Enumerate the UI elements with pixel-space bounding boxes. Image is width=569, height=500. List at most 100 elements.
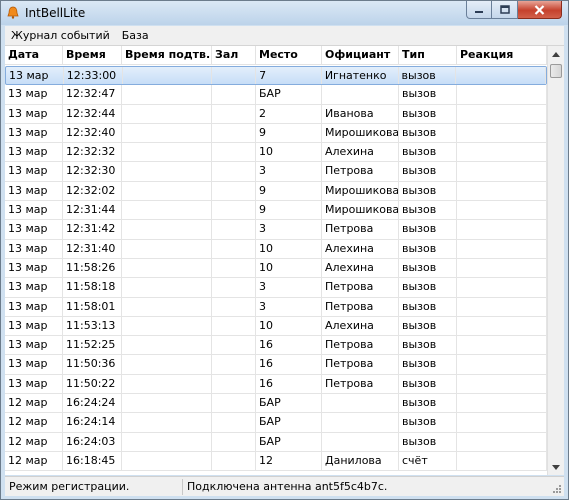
cell-type: вызов [399,162,457,181]
column-header-waiter[interactable]: Официант [322,46,399,65]
cell-time: 16:18:45 [63,451,122,471]
scroll-down-button[interactable] [548,459,564,475]
table-row[interactable]: 13 мар 11:58:26 10 Алехина вызов [5,258,547,279]
table-row[interactable]: 13 мар 11:58:18 3 Петрова вызов [5,278,547,298]
cell-time: 12:31:42 [63,220,122,239]
table-row[interactable]: 13 мар 11:53:13 10 Алехина вызов [5,316,547,337]
table-row[interactable]: 13 мар 12:32:30 3 Петрова вызов [5,162,547,182]
table-row[interactable]: 13 мар 12:32:47 БАР вызов [5,85,547,105]
column-header-confirm-time[interactable]: Время подтв. [122,46,212,65]
cell-time: 12:31:40 [63,239,122,258]
cell-reaction [457,181,547,201]
cell-type: вызов [399,394,457,413]
cell-place: 3 [256,278,322,297]
scrollbar-thumb[interactable] [550,64,562,78]
table-row[interactable]: 12 мар 16:18:45 12 Данилова счёт [5,451,547,472]
table-row[interactable]: 13 мар 12:32:02 9 Мирошикова вызов [5,181,547,202]
cell-type: вызов [399,85,457,104]
cell-date: 13 мар [5,181,63,201]
table-row[interactable]: 13 мар 12:33:00 7 Игнатенко вызов [5,66,547,86]
table-row[interactable]: 13 мар 12:32:40 9 Мирошикова вызов [5,123,547,144]
table-row[interactable]: 12 мар 16:24:03 БАР вызов [5,432,547,452]
column-header-date[interactable]: Дата [5,46,63,65]
table-row[interactable]: 13 мар 12:32:32 10 Алехина вызов [5,143,547,163]
cell-confirm-time [122,258,212,278]
cell-time: 12:32:44 [63,104,122,123]
cell-waiter: Алехина [322,143,399,162]
table-row[interactable]: 13 мар 11:50:36 16 Петрова вызов [5,355,547,375]
table-row[interactable]: 13 мар 12:32:44 2 Иванова вызов [5,104,547,124]
column-header-reaction[interactable]: Реакция [457,46,547,65]
table-row[interactable]: 13 мар 12:31:42 3 Петрова вызов [5,220,547,240]
cell-date: 13 мар [5,316,63,336]
cell-hall [212,104,256,123]
table-row[interactable]: 12 мар 16:24:24 БАР вызов [5,394,547,414]
cell-hall [212,258,256,278]
cell-time: 12:32:02 [63,181,122,201]
cell-reaction [457,278,547,297]
cell-reaction [457,258,547,278]
cell-date: 13 мар [5,220,63,239]
minimize-button[interactable] [466,1,492,19]
table-row[interactable]: 13 мар 12:31:40 10 Алехина вызов [5,239,547,259]
close-button[interactable] [518,1,562,19]
cell-waiter: Данилова [322,451,399,471]
title-bar[interactable]: IntBellLite [1,1,568,25]
cell-waiter: Игнатенко [322,67,399,85]
menu-database[interactable]: База [116,26,155,45]
cell-place: БАР [256,413,322,432]
cell-time: 12:32:30 [63,162,122,181]
cell-waiter: Алехина [322,239,399,258]
table-row[interactable]: 13 мар 11:50:22 16 Петрова вызов [5,374,547,395]
scroll-up-button[interactable] [548,46,564,63]
cell-place: 2 [256,104,322,123]
cell-type: вызов [399,297,457,316]
cell-hall [212,432,256,451]
resize-grip-icon[interactable] [550,482,562,494]
cell-time: 16:24:14 [63,413,122,432]
cell-confirm-time [122,355,212,374]
column-header-hall[interactable]: Зал [212,46,256,65]
table-row[interactable]: 13 мар 11:52:25 16 Петрова вызов [5,336,547,356]
cell-time: 11:52:25 [63,336,122,355]
cell-date: 13 мар [5,143,63,162]
cell-reaction [457,413,547,432]
cell-type: вызов [399,336,457,355]
cell-confirm-time [122,374,212,394]
table-row[interactable]: 12 мар 16:24:14 БАР вызов [5,413,547,433]
cell-place: БАР [256,85,322,104]
cell-date: 13 мар [6,67,64,85]
maximize-button[interactable] [492,1,518,19]
cell-place: 10 [256,316,322,336]
table-row[interactable]: 13 мар 11:58:01 3 Петрова вызов [5,297,547,317]
cell-confirm-time [122,181,212,201]
vertical-scrollbar[interactable] [547,46,564,475]
cell-date: 12 мар [5,413,63,432]
column-header-time[interactable]: Время [63,46,122,65]
events-table[interactable]: Дата Время Время подтв. Зал Место Официа… [5,45,564,475]
cell-date: 13 мар [5,374,63,394]
cell-time: 12:33:00 [64,67,123,85]
cell-date: 13 мар [5,355,63,374]
cell-hall [212,355,256,374]
cell-date: 12 мар [5,451,63,471]
cell-reaction [457,123,547,143]
cell-waiter: Мирошикова [322,181,399,201]
menu-event-log[interactable]: Журнал событий [5,26,116,45]
table-row[interactable]: 13 мар 12:31:44 9 Мирошикова вызов [5,201,547,221]
column-header-place[interactable]: Место [256,46,322,65]
cell-type: вызов [399,104,457,123]
cell-reaction [457,374,547,394]
cell-type: вызов [399,316,457,336]
cell-waiter: Иванова [322,104,399,123]
cell-waiter: Алехина [322,258,399,278]
cell-confirm-time [122,85,212,104]
column-header-type[interactable]: Тип [399,46,457,65]
cell-reaction [457,239,547,258]
cell-type: вызов [399,239,457,258]
cell-date: 13 мар [5,239,63,258]
cell-date: 12 мар [5,432,63,451]
cell-hall [212,374,256,394]
cell-type: счёт [399,451,457,471]
cell-date: 13 мар [5,336,63,355]
